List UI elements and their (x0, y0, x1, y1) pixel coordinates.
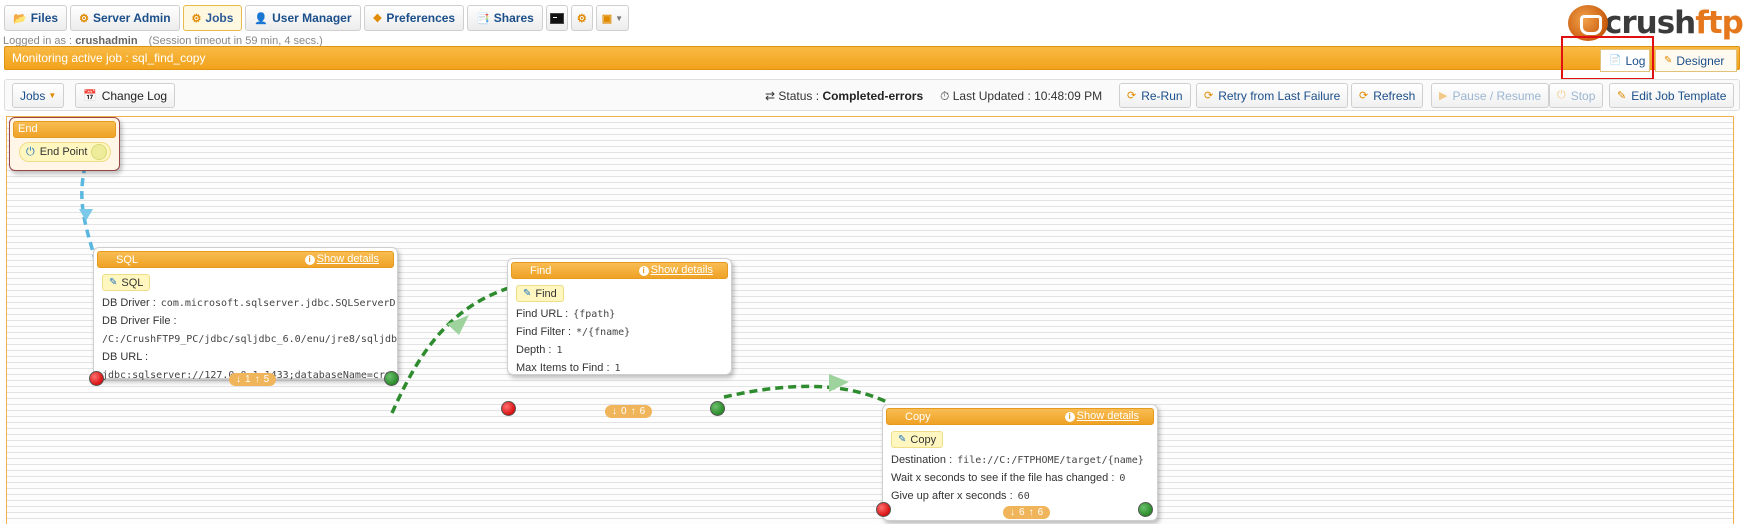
arrow-down-icon: ↓ (236, 374, 241, 385)
stop-icon: ⏻ (1557, 89, 1566, 101)
copy-chip[interactable]: ✎ Copy (891, 431, 944, 448)
pencil-icon: ✎ (109, 277, 118, 288)
terminal-button[interactable] (545, 5, 568, 31)
connector-sql-to-find (390, 285, 513, 414)
nav-jobs[interactable]: ⚙ Jobs (182, 5, 243, 31)
sql-show-details-link[interactable]: i Show details (304, 253, 379, 265)
log-tab[interactable]: 📄 Log (1600, 49, 1650, 72)
crushftp-logo: crushftp (1568, 4, 1744, 42)
user-icon: 👤 (254, 12, 269, 25)
designer-tab[interactable]: ✎ Designer (1655, 49, 1737, 72)
shares-icon: 📑 (476, 12, 490, 25)
sql-node[interactable]: SQL i Show details ✎ SQL DB Driver : com.mi… (93, 247, 398, 381)
copy-node-header: Copy i Show details (886, 408, 1154, 425)
play-icon: ▶ (1439, 90, 1448, 102)
find-node-header: Find i Show details (511, 262, 728, 279)
end-point-knob[interactable] (91, 144, 107, 160)
arrow-end-icon (79, 209, 93, 221)
refresh-icon: ⟳ (1359, 90, 1369, 102)
find-chip[interactable]: ✎ Find (516, 285, 564, 302)
info-icon: i (1064, 412, 1075, 422)
refresh-button[interactable]: ⟳ Refresh (1351, 83, 1424, 108)
jobs-icon: ⚙ (191, 12, 202, 25)
find-failure-port[interactable] (501, 401, 516, 416)
status-value: Completed-errors (822, 89, 924, 103)
sql-item-counts: ↓ 1 ↑ 5 (229, 373, 277, 386)
find-item-counts: ↓ 0 ↑ 6 (605, 405, 653, 418)
plugins-button[interactable]: ⚙ (570, 5, 593, 31)
job-canvas[interactable]: End ⏻ End Point SQL i Show details ✎ SQL D… (6, 116, 1734, 524)
retry-from-failure-button[interactable]: ⟳ Retry from Last Failure (1196, 83, 1349, 108)
arrow-up-icon: ↑ (630, 406, 636, 417)
folder-icon: 📂 (13, 12, 27, 25)
calendar-icon: 📅 (83, 90, 97, 102)
pencil-icon: ✎ (1664, 55, 1673, 66)
sql-chip[interactable]: ✎ SQL (102, 274, 151, 291)
pause-resume-button[interactable]: ▶ Pause / Resume (1431, 83, 1550, 108)
arrow-down-icon: ↓ (612, 406, 617, 417)
terminal-icon (549, 12, 564, 24)
power-icon: ⏻ (26, 145, 35, 158)
jobs-dropdown[interactable]: Jobs ▼ (12, 83, 65, 108)
nav-user-manager[interactable]: 👤 User Manager (245, 5, 361, 31)
copy-node[interactable]: Copy i Show details ✎ Copy Destination : fi… (882, 404, 1158, 521)
nav-preferences[interactable]: ❖ Preferences (363, 5, 465, 31)
logo-icon (1568, 5, 1608, 41)
retry-icon: ⟳ (1204, 90, 1214, 102)
arrow-up-icon: ↑ (1028, 507, 1034, 518)
plugin-icon: ⚙ (576, 12, 587, 25)
sql-success-port[interactable] (384, 371, 399, 386)
job-status: ⇄ Status : Completed-errors (765, 89, 924, 103)
last-updated-value: 10:48:09 PM (1034, 89, 1103, 103)
nav-shares[interactable]: 📑 Shares (467, 5, 543, 31)
copy-success-port[interactable] (1138, 502, 1153, 517)
sql-node-header: SQL i Show details (97, 251, 394, 268)
end-point-chip[interactable]: ⏻ End Point (19, 142, 111, 162)
exchange-icon: ⇄ (765, 89, 776, 103)
nav-server-admin[interactable]: ⚙ Server Admin (70, 5, 180, 31)
document-icon: 📄 (1609, 55, 1622, 66)
monitoring-header: Monitoring active job : sql_find_copy (4, 46, 1740, 70)
edit-job-template-button[interactable]: ✎ Edit Job Template (1609, 83, 1735, 108)
pencil-icon: ✎ (898, 434, 907, 445)
rerun-icon: ⟳ (1127, 90, 1137, 102)
copy-item-counts: ↓ 6 ↑ 6 (1003, 506, 1051, 519)
monitoring-title: Monitoring active job : sql_find_copy (12, 51, 206, 65)
main-nav: 📂 Files ⚙ Server Admin ⚙ Jobs 👤 User Manager… (4, 5, 630, 32)
chevron-down-icon: ▼ (48, 91, 57, 100)
more-menu-button[interactable]: ▣ ▼ (595, 5, 630, 31)
preferences-icon: ❖ (372, 12, 383, 25)
info-icon: i (638, 266, 649, 276)
menu-icon: ▣ (601, 12, 613, 25)
pencil-icon: ✎ (523, 288, 532, 299)
copy-failure-port[interactable] (876, 502, 891, 517)
chevron-down-icon: ▼ (615, 13, 624, 23)
nav-files[interactable]: 📂 Files (4, 5, 68, 31)
job-toolbar: Jobs ▼ 📅 Change Log ⇄ Status : Completed-e… (4, 79, 1740, 111)
find-node[interactable]: Find i Show details ✎ Find Find URL : {fpat… (507, 258, 732, 375)
end-node[interactable]: End ⏻ End Point (9, 117, 120, 171)
pencil-icon: ✎ (1617, 90, 1627, 102)
gear-icon: ⚙ (79, 12, 89, 25)
find-success-port[interactable] (710, 401, 725, 416)
find-show-details-link[interactable]: i Show details (638, 264, 713, 276)
copy-show-details-link[interactable]: i Show details (1064, 410, 1139, 422)
stop-button[interactable]: ⏻ Stop (1549, 83, 1604, 108)
arrow-up-icon: ↑ (254, 374, 260, 385)
clock-icon: ⏱ (940, 89, 950, 103)
change-log-button[interactable]: 📅 Change Log (75, 83, 176, 108)
last-updated: ⏱ Last Updated : 10:48:09 PM (940, 89, 1103, 103)
info-icon: i (304, 255, 315, 265)
sql-failure-port[interactable] (89, 371, 104, 386)
rerun-button[interactable]: ⟳ Re-Run (1119, 83, 1191, 108)
arrow-down-icon: ↓ (1010, 507, 1015, 518)
end-node-title: End (13, 121, 116, 138)
connector-find-to-copy (723, 384, 888, 404)
